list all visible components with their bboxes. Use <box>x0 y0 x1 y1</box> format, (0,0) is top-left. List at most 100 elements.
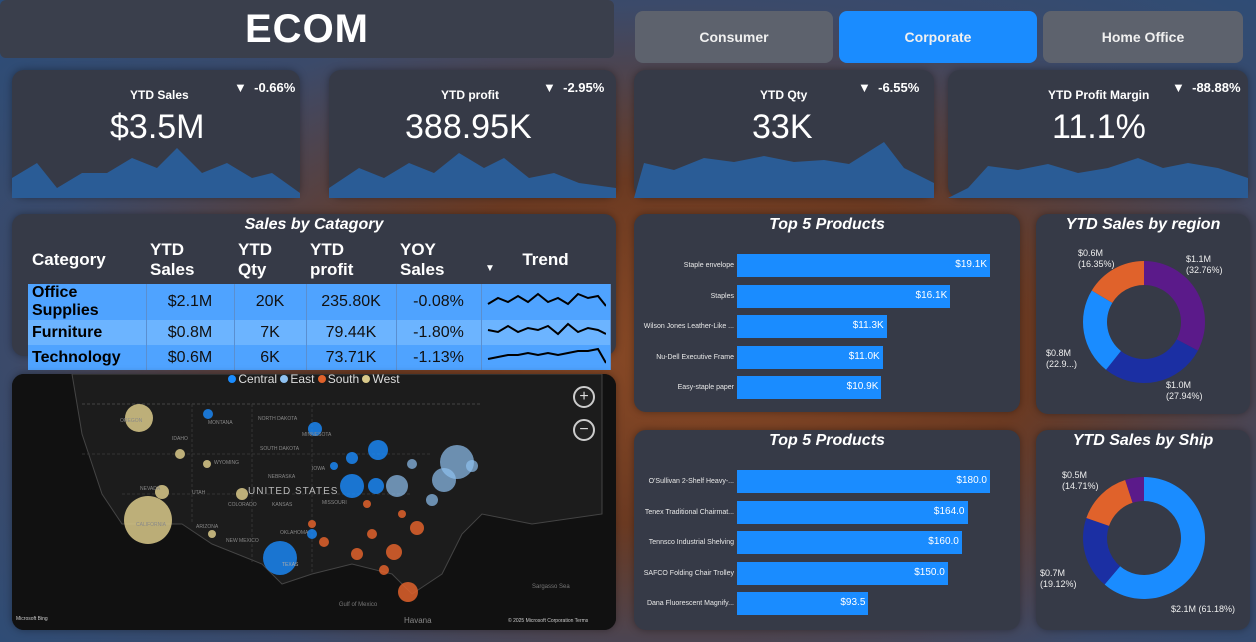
dashboard-title-panel: ECOM <box>0 0 614 58</box>
map-bubble <box>426 494 438 506</box>
table-row[interactable]: Office Supplies $2.1M 20K 235.80K -0.08% <box>28 284 611 320</box>
bar-category-label: Staples <box>710 292 734 300</box>
down-arrow-icon: ▼ <box>234 80 247 95</box>
map-bubble <box>363 500 371 508</box>
donut-chart[interactable] <box>1036 430 1250 630</box>
kpi-ytd-profit-margin-card: YTD Profit Margin ▼ -88.88% 11.1% <box>948 70 1248 198</box>
col-header[interactable]: Trend <box>481 236 610 284</box>
segment-corporate-button[interactable]: Corporate <box>839 11 1037 63</box>
kpi-label: YTD Profit Margin <box>1048 88 1150 102</box>
bar-category-label: Dana Fluorescent Magnify... <box>646 600 734 607</box>
bar-value-label: $11.0K <box>848 350 880 362</box>
donut-label-pct: (22.9...) <box>1046 359 1078 369</box>
cell-sales: $2.1M <box>146 284 235 320</box>
sales-by-region-card: YTD Sales by region $0.6M (16.35%) $1.1M(… <box>1036 214 1250 414</box>
donut-label: $1.0M (27.94%) <box>1166 380 1203 402</box>
kpi-delta-value: -6.55% <box>878 80 920 95</box>
kpi-sparkline <box>948 158 1248 198</box>
table-row[interactable]: Furniture $0.8M 7K 79.44K -1.80% <box>28 320 611 345</box>
map-state-label: MISSOURI <box>322 500 347 506</box>
map-bubble <box>208 530 216 538</box>
cell-qty: 7K <box>234 320 307 345</box>
map-bubble <box>203 460 211 468</box>
cell-yoy: -1.80% <box>396 320 482 345</box>
segment-home-office-button[interactable]: Home Office <box>1043 11 1243 63</box>
down-arrow-icon: ▼ <box>1172 80 1185 95</box>
donut-label: $0.5M (14.71%) <box>1062 470 1099 492</box>
trend-sparkline <box>486 292 607 307</box>
cell-trend <box>481 345 611 370</box>
kpi-delta: ▼ -88.88% <box>1172 80 1241 95</box>
donut-label-value: $0.7M <box>1040 568 1066 578</box>
sales-by-category-card: Sales by Catagory Category YTD Sales YTD… <box>12 214 616 370</box>
map-state-label: TEXAS <box>282 562 299 568</box>
kpi-ytd-qty-card: YTD Qty ▼ -6.55% 33K <box>634 70 934 198</box>
bar[interactable]: $16.1K <box>737 284 951 308</box>
bar[interactable]: $10.9K <box>737 376 882 399</box>
col-header[interactable]: YTD profit <box>306 236 396 284</box>
zoom-in-button[interactable]: + <box>573 386 595 408</box>
bubble-group-south <box>308 500 424 602</box>
bar-category-label: Wilson Jones Leather-Like ... <box>643 323 734 330</box>
cell-trend <box>481 320 611 345</box>
map-bubble <box>346 452 358 464</box>
kpi-sparkline <box>329 153 616 198</box>
col-header[interactable]: Category <box>28 236 146 284</box>
cell-sales: $0.8M <box>146 320 235 345</box>
donut-label-value: $2.1M (61.18%) <box>1171 604 1236 614</box>
table-row[interactable]: Technology $0.6M 6K 73.71K -1.13% <box>28 345 611 370</box>
map-bubble <box>330 462 338 470</box>
bar[interactable]: $164.0 <box>737 500 968 524</box>
map-bubble <box>398 582 418 602</box>
col-header[interactable]: YTD Sales <box>146 236 234 284</box>
cell-qty: 20K <box>234 284 307 320</box>
bar[interactable]: $150.0 <box>737 561 948 585</box>
segment-consumer-button[interactable]: Consumer <box>635 11 833 63</box>
donut-slice[interactable] <box>1106 339 1198 383</box>
bar[interactable]: $93.5 <box>737 592 869 615</box>
sales-map-card: Central East South West UNITED STATES OR… <box>12 374 616 630</box>
bar[interactable]: $180.0 <box>737 470 990 493</box>
card-title: Top 5 Products <box>769 216 885 233</box>
kpi-label: YTD Sales <box>130 88 189 102</box>
cell-yoy: -1.13% <box>396 345 482 370</box>
donut-label-pct: (27.94%) <box>1166 391 1203 401</box>
map-bubble <box>379 565 389 575</box>
kpi-sparkline <box>634 142 934 198</box>
kpi-delta: ▼ -0.66% <box>234 80 295 95</box>
bar-value-label: $164.0 <box>933 505 965 517</box>
map-state-label: ARIZONA <box>196 524 219 530</box>
map-bubble <box>386 475 408 497</box>
map-bubble <box>340 474 364 498</box>
cell-sales: $0.6M <box>146 345 235 370</box>
kpi-delta: ▼ -6.55% <box>858 80 919 95</box>
sort-desc-icon[interactable]: ▼ <box>485 263 495 274</box>
donut-label: $0.8M (22.9...) <box>1046 348 1077 370</box>
kpi-delta-value: -2.95% <box>563 80 605 95</box>
donut-slice[interactable] <box>1083 290 1121 370</box>
map-state-label: OREGON <box>120 418 143 424</box>
bar[interactable]: $160.0 <box>737 531 962 554</box>
donut-chart[interactable] <box>1036 214 1250 414</box>
bar[interactable]: $19.1K <box>737 254 990 277</box>
cell-profit: 79.44K <box>306 320 397 345</box>
map-state-label: WYOMING <box>214 460 239 466</box>
col-header[interactable]: YOY Sales <box>396 236 481 284</box>
map-bubble <box>407 459 417 469</box>
bar-category-label: SAFCO Folding Chair Trolley <box>643 569 734 577</box>
donut-label-value: $0.5M <box>1062 470 1088 480</box>
map-bubble <box>368 478 384 494</box>
map-bubbles <box>124 404 478 602</box>
sales-by-ship-card: YTD Sales by Ship $0.5M (14.71%) $0.7M (19… <box>1036 430 1250 630</box>
col-header[interactable]: YTD Qty <box>234 236 306 284</box>
bar[interactable]: $11.0K <box>737 345 883 369</box>
map-state-label: CALIFORNIA <box>136 522 167 528</box>
map-attribution[interactable]: © 2025 Microsoft Corporation Terms <box>508 618 588 624</box>
donut-label: $0.7M (19.12%) <box>1040 568 1077 590</box>
bar[interactable]: $11.3K <box>737 315 887 338</box>
donut-label-value: $1.1M <box>1186 254 1212 264</box>
map-state-label: KANSAS <box>272 502 293 508</box>
kpi-delta-value: -88.88% <box>1192 80 1241 95</box>
zoom-out-button[interactable]: − <box>573 419 595 441</box>
bar-value-label: $180.0 <box>956 475 987 486</box>
